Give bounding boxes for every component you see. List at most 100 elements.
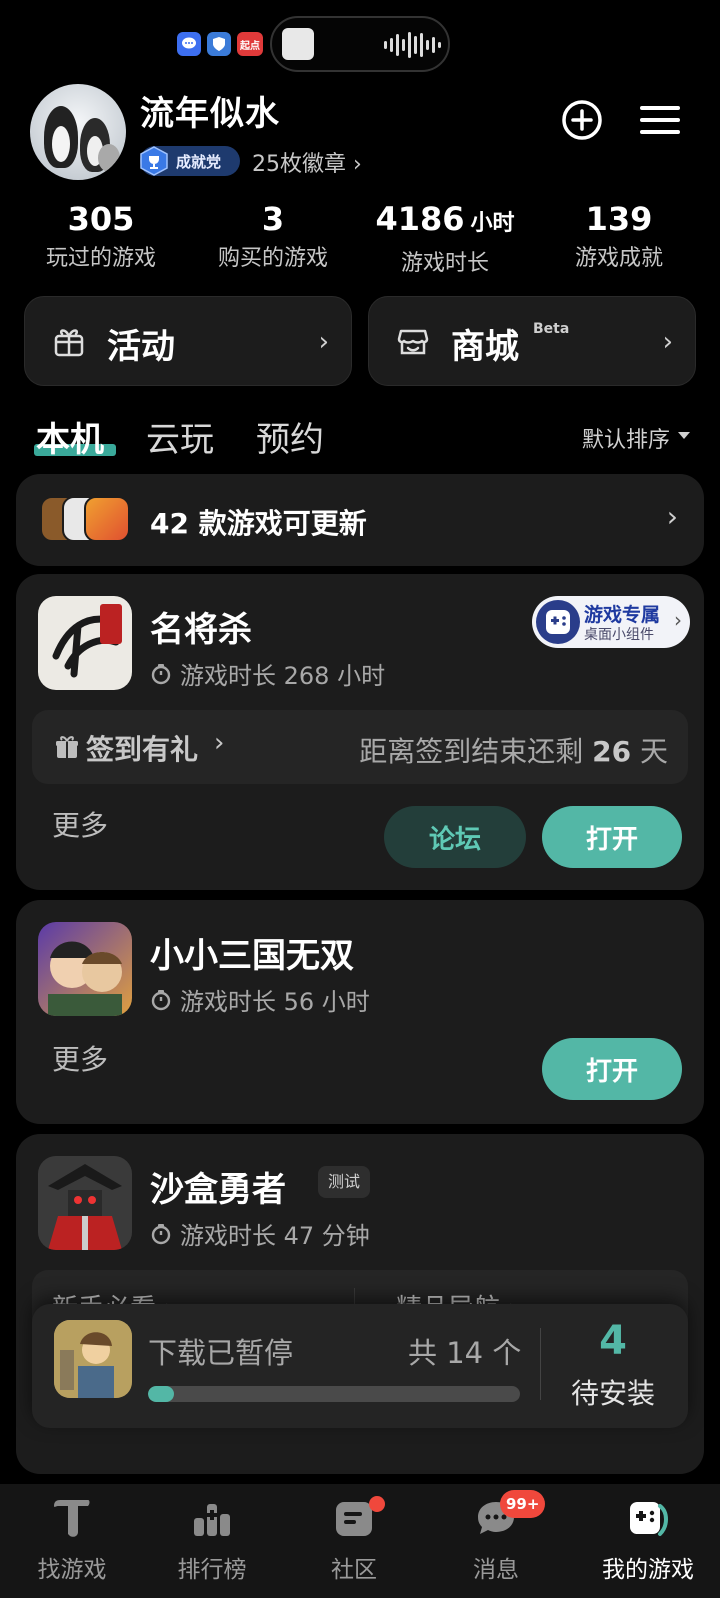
- tab-cloud[interactable]: 云玩: [146, 412, 214, 461]
- caret-down-icon: [678, 432, 690, 439]
- game-playtime: 游戏时长 56 小时: [150, 982, 370, 1017]
- pending-install-label: 待安装: [570, 1377, 655, 1410]
- audio-wave-icon: [384, 32, 441, 58]
- nav-community[interactable]: 社区: [282, 1484, 426, 1598]
- download-total: 共 14 个: [408, 1336, 522, 1370]
- open-button[interactable]: 打开: [542, 806, 682, 868]
- tab-local[interactable]: 本机: [36, 412, 104, 461]
- find-games-icon: [54, 1500, 90, 1537]
- stat-purchased-games[interactable]: 3 购买的游戏: [188, 200, 358, 272]
- checkin-bar[interactable]: 签到有礼 › 距离签到结束还剩 26 天: [32, 710, 688, 784]
- open-button[interactable]: 打开: [542, 1038, 682, 1100]
- checkin-label: 签到有礼: [86, 733, 199, 766]
- widget-subtitle: 桌面小组件: [584, 627, 654, 643]
- nav-label: 消息: [473, 1557, 519, 1583]
- stat-label: 游戏时长: [400, 251, 489, 276]
- badge-count-link[interactable]: 25枚徽章 ›: [252, 146, 362, 178]
- message-app-icon: [177, 32, 201, 56]
- playtime-text: 游戏时长 268 小时: [180, 662, 386, 690]
- store-button[interactable]: 商城 Beta ›: [368, 296, 696, 386]
- qidian-app-icon: 起点: [237, 32, 263, 56]
- chevron-right-icon: ›: [666, 500, 678, 533]
- test-tag: 测试: [318, 1166, 371, 1198]
- playtime-text: 游戏时长 47 分钟: [180, 1222, 370, 1250]
- my-games-icon: [630, 1502, 668, 1536]
- gift-icon: [56, 736, 78, 758]
- chevron-right-icon: ›: [662, 327, 673, 357]
- nav-label: 我的游戏: [602, 1557, 694, 1583]
- stat-label: 游戏成就: [574, 246, 663, 271]
- checkin-days: 26: [592, 735, 632, 768]
- game-icon[interactable]: [38, 1156, 132, 1250]
- divider: [540, 1328, 541, 1400]
- menu-icon[interactable]: [636, 96, 684, 144]
- nav-label: 找游戏: [37, 1557, 107, 1583]
- store-icon: [397, 329, 429, 355]
- stat-value: 3: [261, 200, 285, 238]
- ranking-icon: [194, 1504, 230, 1536]
- download-progress-bar: [148, 1386, 520, 1402]
- trophy-shield-icon: [140, 146, 168, 176]
- game-playtime: 游戏时长 268 小时: [150, 656, 385, 691]
- stat-unit: 小时: [470, 211, 515, 236]
- stat-achievements[interactable]: 139 游戏成就: [534, 200, 704, 272]
- pending-install-count: 4: [599, 1318, 627, 1364]
- stat-value: 4186: [375, 200, 465, 238]
- bottom-nav: 找游戏 排行榜 社区 消息 我的游戏: [0, 1484, 720, 1598]
- game-title: 沙盒勇者: [150, 1170, 286, 1210]
- nav-label: 社区: [331, 1557, 377, 1583]
- forum-button[interactable]: 论坛: [384, 806, 526, 868]
- stat-played-games[interactable]: 305 玩过的游戏: [16, 200, 186, 272]
- message-count-badge: 99+: [500, 1490, 546, 1518]
- gamepad-icon: [536, 600, 580, 644]
- shield-app-icon: [207, 32, 231, 56]
- dynamic-island[interactable]: [270, 16, 450, 72]
- game-card-xiaoxiao-sanguo: 小小三国无双 游戏时长 56 小时 更多 打开: [16, 900, 704, 1124]
- sort-dropdown[interactable]: 默认排序: [582, 422, 670, 454]
- media-thumbnail: [282, 28, 314, 60]
- playtime-text: 游戏时长 56 小时: [180, 988, 370, 1016]
- gift-icon: [54, 329, 84, 357]
- nav-my-games[interactable]: 我的游戏: [576, 1484, 720, 1598]
- game-playtime: 游戏时长 47 分钟: [150, 1216, 370, 1251]
- download-status: 下载已暂停: [148, 1336, 294, 1370]
- update-game-icon: [84, 496, 130, 542]
- community-notification-dot: [369, 1496, 385, 1512]
- nav-ranking[interactable]: 排行榜: [140, 1484, 284, 1598]
- more-link[interactable]: 更多: [52, 1038, 108, 1078]
- updates-banner[interactable]: 42 款游戏可更新 ›: [16, 474, 704, 566]
- activity-button[interactable]: 活动 ›: [24, 296, 352, 386]
- timer-icon: [151, 989, 171, 1010]
- game-title: 名将杀: [150, 610, 252, 650]
- game-icon[interactable]: [38, 922, 132, 1016]
- badge-title: 成就党: [176, 153, 222, 171]
- chevron-right-icon: ›: [674, 608, 682, 632]
- nav-find-games[interactable]: 找游戏: [0, 1484, 144, 1598]
- achievement-badge[interactable]: 成就党: [140, 146, 240, 176]
- more-link[interactable]: 更多: [52, 804, 108, 844]
- timer-icon: [151, 1223, 171, 1244]
- checkin-countdown: 距离签到结束还剩 26 天: [359, 735, 668, 768]
- beta-tag: Beta: [533, 321, 570, 337]
- download-game-icon: [54, 1320, 132, 1398]
- stat-value: 305: [67, 200, 135, 238]
- download-progress-fill: [148, 1386, 175, 1402]
- game-icon[interactable]: [38, 596, 132, 690]
- nav-messages[interactable]: 消息: [424, 1484, 568, 1598]
- download-panel[interactable]: 下载已暂停 共 14 个 4 待安装: [32, 1304, 688, 1428]
- desktop-widget-button[interactable]: 游戏专属 桌面小组件 ›: [532, 596, 690, 648]
- timer-icon: [151, 663, 171, 684]
- game-title: 小小三国无双: [150, 936, 354, 976]
- add-icon[interactable]: [558, 96, 606, 144]
- stat-value: 139: [585, 200, 653, 238]
- store-label: 商城: [451, 327, 519, 367]
- game-card-mingjiangsha: 名将杀 游戏时长 268 小时 游戏专属 桌面小组件 › 签到有礼 › 距离签到…: [16, 574, 704, 890]
- tab-reserve[interactable]: 预约: [256, 412, 324, 461]
- username: 流年似水: [140, 94, 280, 134]
- chevron-right-icon: ›: [318, 327, 329, 357]
- status-bar: 起点: [0, 0, 720, 80]
- avatar[interactable]: [30, 84, 126, 180]
- stat-playtime[interactable]: 4186 小时 游戏时长: [360, 200, 530, 277]
- stat-label: 玩过的游戏: [45, 246, 156, 271]
- activity-label: 活动: [107, 327, 175, 367]
